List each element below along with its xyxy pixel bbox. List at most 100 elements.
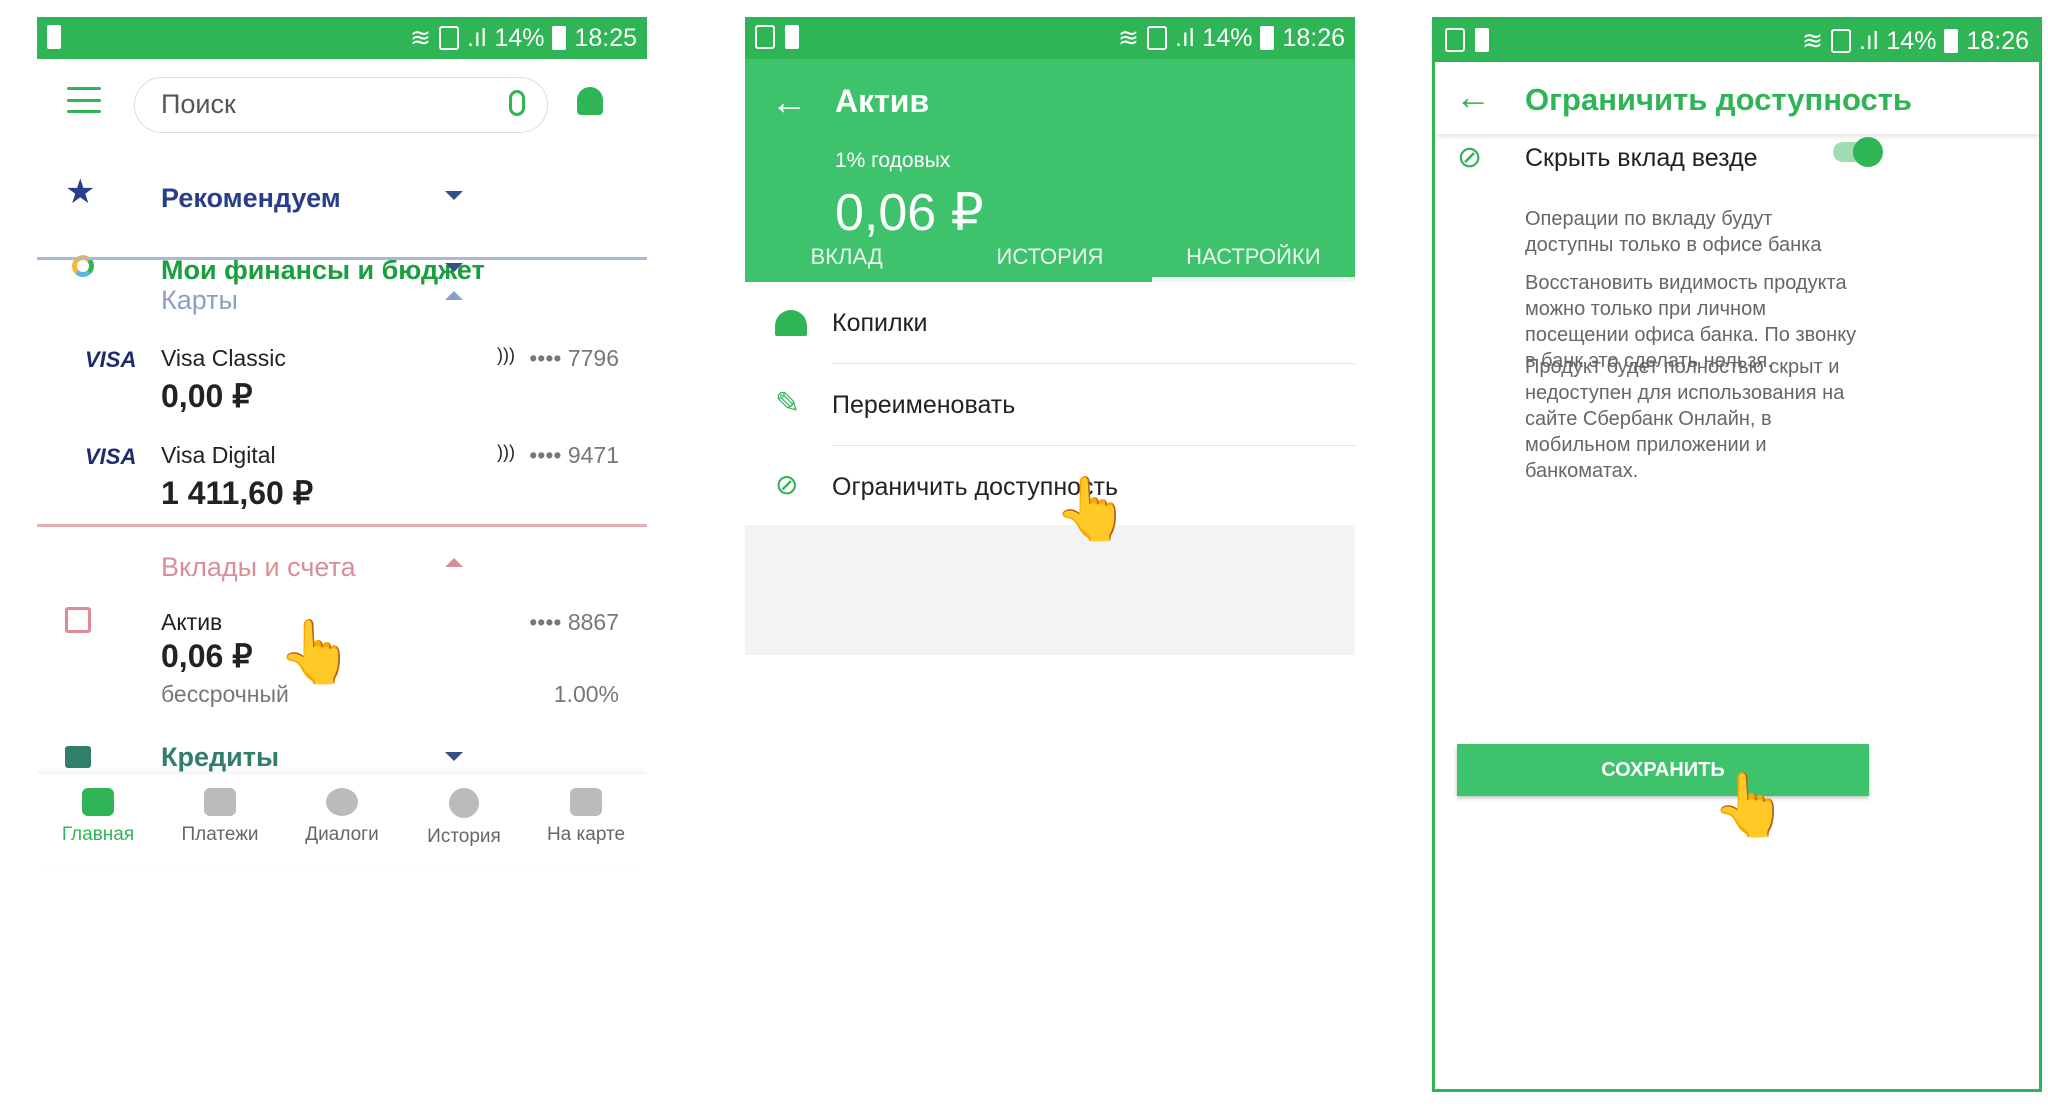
status-time: 18:26 <box>1966 26 2029 55</box>
hide-everywhere-label: Скрыть вклад везде <box>1525 144 1758 172</box>
gallery-icon <box>1445 28 1465 52</box>
home-icon <box>82 788 114 816</box>
card-name: Visa Classic <box>161 345 286 371</box>
nav-label: Диалоги <box>305 824 379 845</box>
nav-label: На карте <box>546 824 626 845</box>
chevron-up-icon[interactable] <box>445 291 463 300</box>
menu-item-label: Переименовать <box>832 391 1016 419</box>
visa-logo: VISA <box>85 347 137 372</box>
card-name: Visa Digital <box>161 442 276 468</box>
bell-icon[interactable] <box>577 87 603 115</box>
page-title: Ограничить доступность <box>1525 82 1912 117</box>
card-number: •••• 9471 <box>529 442 619 468</box>
deposits-header: Вклады и счета <box>161 552 356 582</box>
battery-percent: 14% <box>1886 26 1937 55</box>
status-time: 18:25 <box>574 23 637 52</box>
signal-icon: .ıl <box>466 23 487 52</box>
deposit-balance: 0,06 ₽ <box>161 638 253 674</box>
chevron-down-icon[interactable] <box>445 263 463 272</box>
tab-settings[interactable]: НАСТРОЙКИ <box>1151 234 1355 282</box>
search-input[interactable] <box>159 88 463 121</box>
account-rate: 1% годовых <box>835 149 951 172</box>
menu-icon[interactable] <box>67 87 101 113</box>
gallery-icon <box>755 25 775 49</box>
phone-account-screen: ≋ .ıl 14% 18:26 ← Актив 1% годовых 0,06 … <box>745 17 1355 1092</box>
account-title: Актив <box>835 83 930 119</box>
sim-icon <box>1146 26 1167 50</box>
card-balance: 0,00 ₽ <box>161 378 253 414</box>
tab-deposit[interactable]: ВКЛАД <box>745 234 948 282</box>
menu-item-restrict-access[interactable]: ⊘ Ограничить доступность <box>745 446 1355 528</box>
nav-label: Платежи <box>181 824 259 845</box>
section-recommend-label: Рекомендуем <box>161 183 341 213</box>
deposit-term: бессрочный <box>161 681 289 707</box>
account-header: ← Актив 1% годовых 0,06 ₽ ВКЛАД ИСТОРИЯ … <box>745 59 1355 282</box>
toggle-knob <box>1853 137 1883 167</box>
signal-icon: .ıl <box>1858 26 1879 55</box>
chat-icon <box>326 788 358 816</box>
safe-icon <box>65 607 91 633</box>
piggy-bank-icon <box>775 310 807 336</box>
divider <box>37 257 647 260</box>
menu-item-rename[interactable]: ✎ Переименовать <box>745 364 1355 446</box>
microphone-icon[interactable] <box>509 90 525 116</box>
tab-history[interactable]: ИСТОРИЯ <box>948 234 1151 282</box>
battery-small-icon <box>785 25 799 49</box>
pencil-icon: ✎ <box>775 387 801 420</box>
search-box[interactable] <box>134 77 548 133</box>
nav-label: Главная <box>61 824 135 845</box>
contactless-icon: ))) <box>497 345 515 365</box>
chevron-down-icon[interactable] <box>445 752 463 761</box>
chevron-down-icon[interactable] <box>445 191 463 200</box>
nav-dialogs[interactable]: Диалоги <box>281 774 403 864</box>
deposit-rate: 1.00% <box>553 681 619 707</box>
star-icon: ★ <box>65 173 96 211</box>
visa-logo: VISA <box>85 444 137 469</box>
sim-icon <box>1830 29 1851 53</box>
wifi-icon: ≋ <box>409 24 431 52</box>
battery-icon <box>1260 26 1275 50</box>
transfer-icon <box>204 788 236 816</box>
eye-off-icon: ⊘ <box>1457 141 1483 174</box>
wifi-icon: ≋ <box>1801 27 1823 55</box>
pointing-hand-icon: 👆 <box>1711 771 1789 840</box>
battery-small-icon <box>47 25 61 49</box>
chevron-up-icon[interactable] <box>445 558 463 567</box>
battery-percent: 14% <box>494 23 545 52</box>
card-number: •••• 7796 <box>529 345 619 371</box>
contactless-icon: ))) <box>497 442 515 462</box>
pointing-hand-icon: 👆 <box>277 618 355 687</box>
card-row[interactable]: VISA Visa Classic ))) •••• 7796 0,00 ₽ <box>37 337 647 437</box>
divider <box>37 524 647 527</box>
nav-home[interactable]: Главная <box>37 774 159 864</box>
phone-main-screen: ≋ .ıl 14% 18:25 ★ Рекомендуем Мои финанс… <box>37 17 647 1092</box>
deposit-number: •••• 8867 <box>529 609 619 635</box>
top-bar <box>37 59 647 149</box>
save-button[interactable]: СОХРАНИТЬ <box>1457 744 1869 796</box>
credits-header: Кредиты <box>161 742 280 772</box>
nav-payments[interactable]: Платежи <box>159 774 281 864</box>
account-tabs: ВКЛАД ИСТОРИЯ НАСТРОЙКИ <box>745 234 1355 282</box>
menu-item-piggy-banks[interactable]: Копилки <box>745 282 1355 364</box>
nav-history[interactable]: История <box>403 774 525 864</box>
back-arrow-icon[interactable]: ← <box>771 81 807 123</box>
battery-icon <box>1944 29 1959 53</box>
menu-item-label: Копилки <box>832 309 928 337</box>
hide-everywhere-toggle[interactable] <box>1833 137 1883 167</box>
battery-icon <box>552 26 567 50</box>
signal-icon: .ıl <box>1174 23 1195 52</box>
section-finance[interactable]: Мои финансы и бюджет <box>37 221 647 315</box>
deposit-name: Актив <box>161 609 223 635</box>
note-hidden: Продукт будет полностью скрыт и недоступ… <box>1525 356 1845 482</box>
sim-icon <box>438 26 459 50</box>
map-icon <box>570 788 602 816</box>
restrict-header: ← Ограничить доступность <box>1435 62 2039 134</box>
eye-off-icon: ⊘ <box>775 469 799 500</box>
nav-label: История <box>427 826 501 847</box>
back-arrow-icon[interactable]: ← <box>1455 76 1491 118</box>
card-row[interactable]: VISA Visa Digital ))) •••• 9471 1 411,60… <box>37 434 647 534</box>
nav-map[interactable]: На карте <box>525 774 647 864</box>
bottom-nav: Главная Платежи Диалоги История На карте <box>37 774 647 864</box>
phone-restrict-screen: ≋ .ıl 14% 18:26 ← Ограничить доступность… <box>1432 17 2042 1092</box>
cards-header: Карты <box>161 285 238 315</box>
